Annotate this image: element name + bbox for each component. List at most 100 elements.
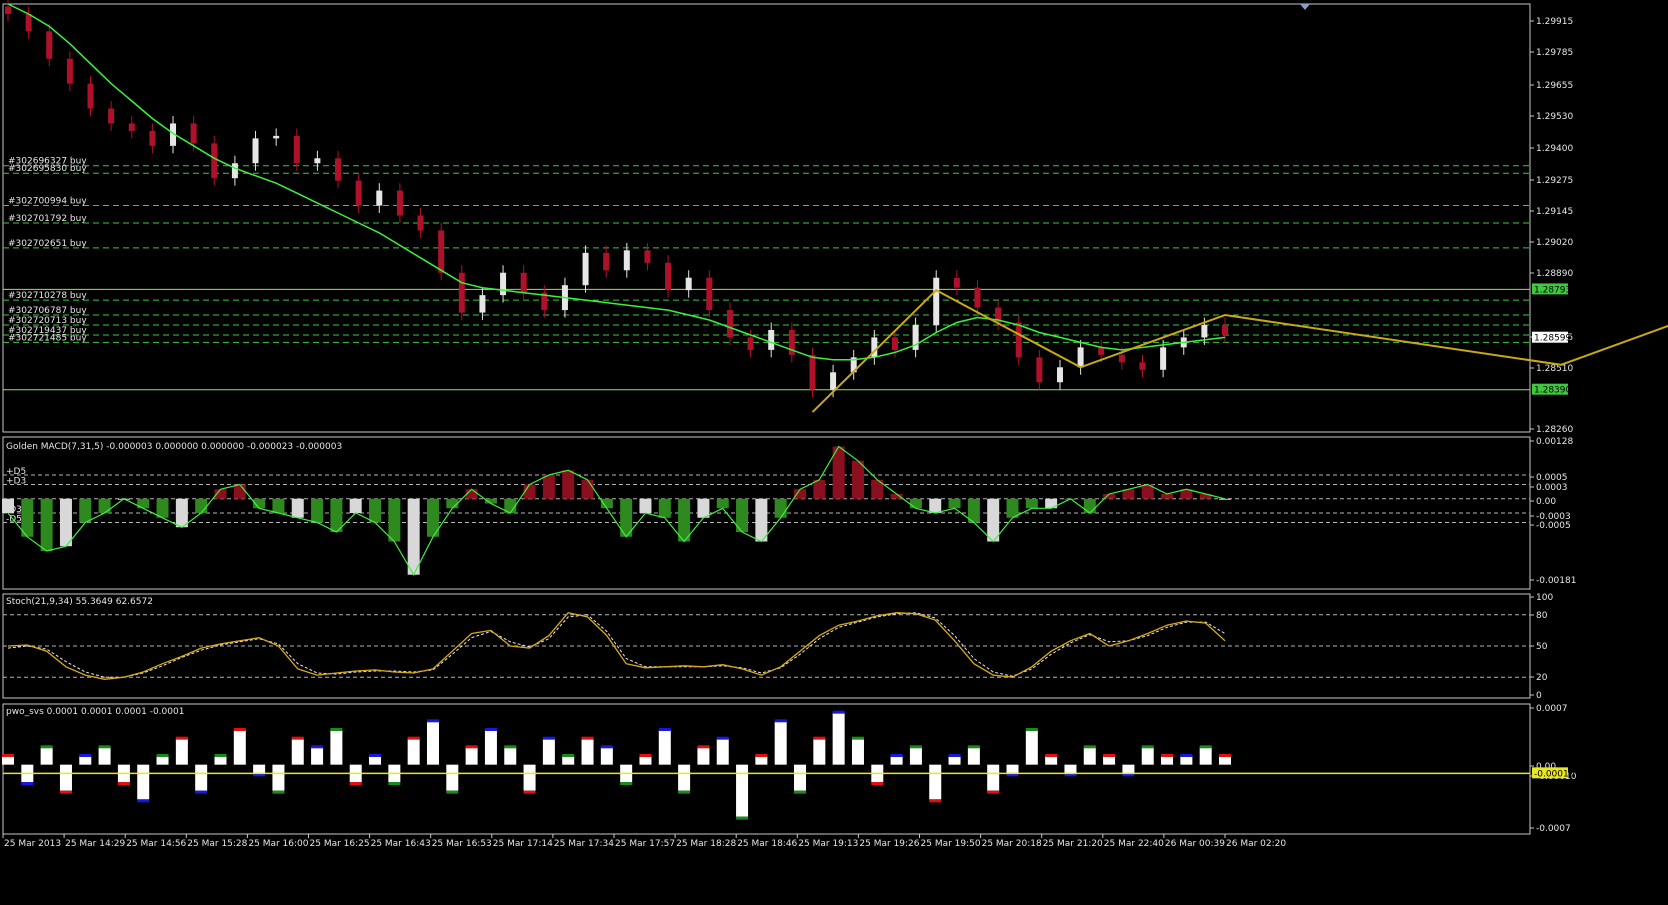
pwo-bar [1142, 747, 1154, 764]
pwo-bar [272, 765, 284, 791]
pwo-bar [639, 756, 651, 765]
pwo-bar-cap [1180, 754, 1192, 757]
macd-bar [910, 499, 922, 509]
candle-body [294, 136, 300, 163]
candle-body [5, 6, 11, 13]
pwo-bar [466, 747, 478, 764]
macd-bar [1007, 499, 1019, 518]
y-tick-label: 1.28890 [1536, 269, 1573, 279]
pwo-bar [1200, 747, 1212, 764]
y-tick-label: 0 [1536, 691, 1542, 701]
pwo-bar-cap [717, 737, 729, 740]
pwo-bar [717, 739, 729, 765]
y-tick-label: 50 [1536, 642, 1548, 652]
pwo-bar-cap [485, 728, 497, 731]
pwo-bar [678, 765, 690, 791]
y-tick-label: 1.29145 [1536, 207, 1573, 217]
pwo-bar-cap [1161, 754, 1173, 757]
candle-body [1119, 355, 1125, 362]
macd-bar [813, 480, 825, 499]
macd-bar [678, 499, 690, 542]
y-tick-label: 0.00 [1536, 497, 1556, 507]
macd-bar [1219, 499, 1231, 500]
pwo-bar [408, 739, 420, 765]
pwo-bar-cap [639, 754, 651, 757]
time-axis-label: 25 Mar 14:29 [65, 839, 125, 849]
time-axis-label: 25 Mar 17:57 [615, 839, 675, 849]
pwo-bar-cap [1045, 754, 1057, 757]
candle-body [1036, 357, 1042, 382]
pwo-bar [929, 765, 941, 800]
pwo-bar [137, 765, 149, 800]
macd-bar [639, 499, 651, 513]
chart-canvas[interactable]: 1.299151.297851.296551.295301.294001.292… [0, 0, 1668, 901]
pwo-bar [1045, 756, 1057, 765]
y-tick-label: 100 [1536, 593, 1553, 603]
y-tick-label: -0.0005 [1536, 521, 1571, 531]
candle-body [892, 337, 898, 349]
pwo-bar-cap [292, 737, 304, 740]
time-axis-label: 26 Mar 00:39 [1165, 839, 1225, 849]
time-axis-label: 25 Mar 16:00 [248, 839, 308, 849]
candle-body [583, 253, 589, 285]
pwo-bar-cap [60, 791, 72, 794]
macd-bar [1026, 499, 1038, 509]
time-axis-label: 25 Mar 19:50 [921, 839, 981, 849]
order-label: #302702651 buy [8, 239, 87, 249]
candle-body [1057, 367, 1063, 382]
macd-bar [929, 499, 941, 513]
macd-bar [987, 499, 999, 542]
candle-body [149, 131, 155, 146]
pwo-bar [697, 747, 709, 764]
macd-bar [195, 499, 207, 513]
macd-bar [562, 470, 574, 499]
candle-body [26, 14, 32, 31]
chart-shift-marker[interactable] [1300, 4, 1310, 10]
candle-body [1078, 347, 1084, 367]
macd-bar [330, 499, 342, 532]
macd-bar [292, 499, 304, 518]
pwo-bar-cap [157, 754, 169, 757]
pwo-bar-cap [1142, 745, 1154, 748]
macd-bar [234, 485, 246, 499]
y-tick-label: 1.28260 [1536, 425, 1573, 435]
pwo-bar-cap [137, 799, 149, 802]
macd-bar [311, 499, 323, 523]
candle-body [768, 330, 774, 350]
macd-bar [350, 499, 362, 513]
pwo-bar [1084, 747, 1096, 764]
candle-body [479, 295, 485, 312]
candle-body [521, 273, 527, 293]
time-axis-label: 25 Mar 21:20 [1043, 839, 1103, 849]
candle-body [748, 337, 754, 349]
candle-body [253, 138, 259, 163]
pwo-bar [562, 756, 574, 765]
pwo-bar-cap [388, 782, 400, 785]
y-tick-label: 0.0003 [1536, 483, 1568, 493]
pwo-bar [659, 730, 671, 765]
time-axis-label: 25 Mar 19:26 [859, 839, 919, 849]
time-axis-label: 25 Mar 16:43 [371, 839, 431, 849]
pwo-bar-cap [1103, 754, 1115, 757]
pwo-bar-cap [968, 745, 980, 748]
pwo-bar [968, 747, 980, 764]
pwo-bar-cap [99, 745, 111, 748]
candle-body [727, 310, 733, 337]
macd-bar [543, 475, 555, 499]
pwo-bar-cap [852, 737, 864, 740]
y-tick-label: 80 [1536, 611, 1548, 621]
pwo-histogram [2, 711, 1231, 820]
pwo-bar [1064, 765, 1076, 774]
order-label: #302721485 buy [8, 333, 87, 343]
candle-body [46, 31, 52, 58]
macd-bar [697, 499, 709, 518]
candle-body [459, 273, 465, 313]
candle-body [1160, 347, 1166, 369]
macd-bar [2, 499, 14, 513]
y-tick-label: 1.28510 [1536, 364, 1573, 374]
time-axis-label: 25 Mar 16:53 [432, 839, 492, 849]
pwo-bar-cap [601, 745, 613, 748]
macd-bar [388, 499, 400, 542]
pwo-bar-cap [755, 754, 767, 757]
candle-body [376, 191, 382, 206]
